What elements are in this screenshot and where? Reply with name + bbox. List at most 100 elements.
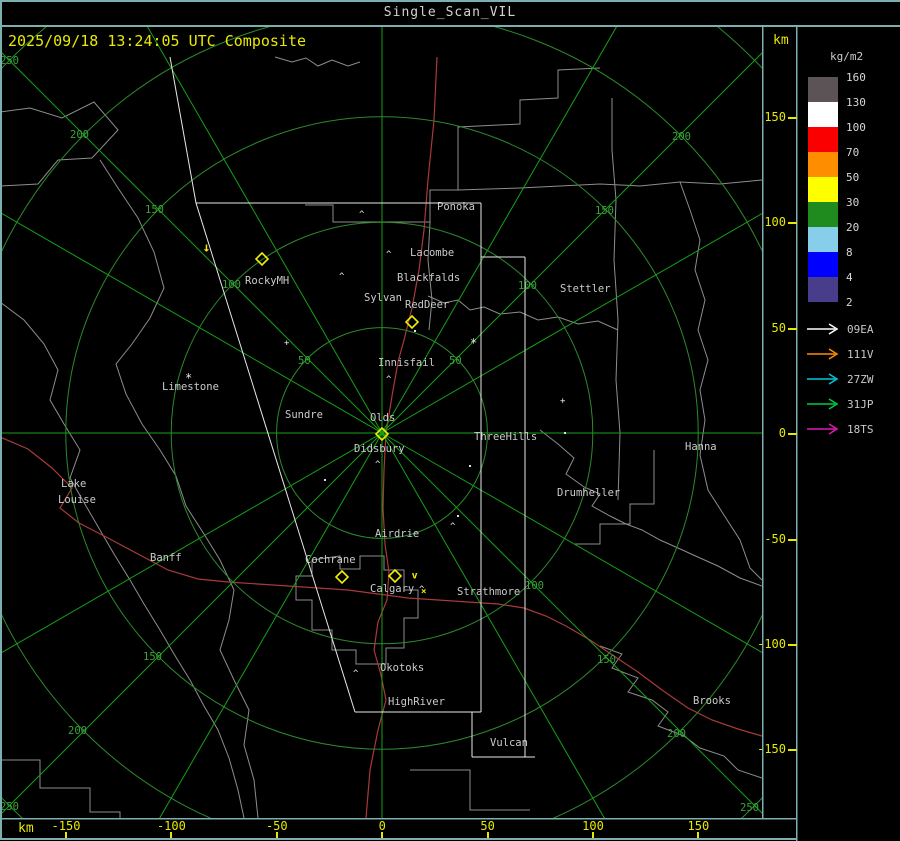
site-arrow-icon [807, 398, 839, 410]
range-ring-label: 200 [70, 129, 89, 141]
city-label-lake: Lake [61, 478, 86, 490]
site-arrow-icon [807, 373, 839, 385]
peak-marker: ^ [339, 272, 345, 282]
right-axis-tick [788, 749, 797, 752]
right-axis-tick [788, 327, 797, 330]
range-ring-label: 50 [449, 355, 462, 367]
city-label-strathmore: Strathmore [457, 586, 520, 598]
site-id-label: 31JP [847, 397, 874, 411]
right-axis-tick [788, 433, 797, 436]
range-ring-label: 250 [0, 55, 19, 67]
bottom-axis-label: 150 [687, 819, 710, 833]
right-axis-label: -100 [757, 637, 786, 651]
range-ring-label: 100 [525, 580, 544, 592]
legend-scale-value: 8 [846, 246, 853, 259]
bottom-axis-tick [592, 832, 594, 838]
right-axis-label: -150 [757, 742, 786, 757]
legend-scale-value: 160 [846, 71, 866, 84]
city-label-sundre: Sundre [285, 409, 323, 421]
legend-swatch [808, 77, 838, 102]
yellow-symbol-marker: ↓ [203, 240, 211, 255]
legend-scale-value: 70 [846, 146, 860, 159]
legend-site-row: 111V [806, 346, 898, 362]
roads [1, 56, 762, 818]
yellow-symbol-marker: × [421, 587, 426, 597]
city-label-didsbury: Didsbury [354, 443, 405, 455]
range-spoke [1, 432, 383, 654]
radar-display-window: 50 100 150 200 250 50 100 150 200 100 150 200 250 150… [0, 0, 900, 841]
peak-marker: ^ [450, 522, 456, 532]
city-label-olds: Olds [370, 412, 395, 424]
range-ring-label: 150 [145, 204, 164, 216]
star-marker: * [185, 371, 192, 385]
city-label-louise: Louise [58, 494, 96, 506]
peak-marker: ^ [375, 460, 381, 470]
city-label-lacombe: Lacombe [410, 247, 454, 259]
right-axis-tick [788, 117, 797, 119]
peak-marker: ^ [353, 669, 359, 679]
legend-scale-value: 4 [846, 271, 853, 284]
legend-swatch [808, 252, 838, 277]
site-id-label: 111V [847, 347, 874, 361]
legend-scale-value: 50 [846, 171, 860, 184]
city-label-innisfail: Innisfail [378, 357, 435, 369]
legend-swatch [808, 227, 838, 252]
bottom-axis-tick [381, 832, 384, 838]
legend-swatch [808, 202, 838, 227]
bottom-axis-label: -100 [156, 819, 186, 833]
legend-scale-value: 130 [846, 96, 866, 109]
bottom-axis-label: 0 [378, 819, 386, 833]
peak-marker: ^ [386, 250, 392, 260]
range-ring-label: 200 [667, 728, 686, 740]
right-axis-label: -50 [764, 531, 786, 546]
legend-unit-label: kg/m2 [830, 50, 864, 63]
city-label-drumheller: Drumheller [557, 487, 620, 499]
city-label-rockymh: RockyMH [245, 275, 289, 287]
dot-marker [564, 432, 566, 434]
right-axis-label: 50 [771, 320, 786, 335]
bottom-axis-unit: km [18, 821, 34, 836]
city-label-vulcan: Vulcan [490, 737, 528, 749]
scan-sector-outline [169, 56, 535, 758]
dot-marker [414, 330, 416, 332]
city-label-okotoks: Okotoks [380, 662, 424, 674]
right-axis-tick [788, 538, 797, 541]
legend-swatch [808, 177, 838, 202]
range-ring-label: 200 [672, 131, 691, 143]
right-axis-unit: km [773, 33, 789, 48]
city-label-blackfalds: Blackfalds [397, 272, 460, 284]
right-axis-label: 150 [764, 110, 786, 124]
legend-scale-value: 30 [846, 196, 860, 209]
dot-marker [457, 515, 459, 517]
right-axis-label: 100 [764, 215, 786, 230]
city-label-calgary: Calgary [370, 583, 414, 595]
legend-site-row: 18TS [806, 421, 898, 437]
legend-swatch [808, 102, 838, 127]
city-label-hanna: Hanna [685, 441, 717, 453]
bottom-axis-tick [697, 832, 700, 838]
site-id-label: 18TS [847, 422, 874, 436]
range-ring-label: 100 [222, 279, 241, 291]
bottom-axis-label: -50 [265, 819, 288, 833]
county-boundaries [1, 56, 762, 818]
legend-scale-value: 20 [846, 221, 860, 234]
bottom-axis-tick [486, 832, 489, 838]
site-arrow-icon [807, 423, 839, 435]
right-axis-label: 0 [778, 426, 786, 441]
peak-marker: ^ [386, 375, 392, 385]
legend-swatch [808, 152, 838, 177]
site-arrow-icon [807, 348, 839, 360]
city-label-brooks: Brooks [693, 695, 731, 707]
right-axis-tick [788, 222, 797, 225]
right-axis-tick [788, 644, 797, 646]
bottom-axis-tick [170, 832, 173, 838]
city-label-cochrane: Cochrane [305, 554, 356, 566]
legend-swatch [808, 127, 838, 152]
plus-marker: + [284, 339, 290, 349]
legend-swatch [808, 277, 838, 302]
legend-site-row: 27ZW [806, 371, 898, 387]
legend-panel: kg/m2 160 130 100 70 50 30 20 8 4 2 09EA 111V 27ZW 31… [797, 27, 900, 841]
right-axis: 150 100 50 0 -50 -100 -150 [757, 27, 797, 819]
city-label-highriver: HighRiver [388, 696, 445, 708]
dot-marker [469, 465, 471, 467]
